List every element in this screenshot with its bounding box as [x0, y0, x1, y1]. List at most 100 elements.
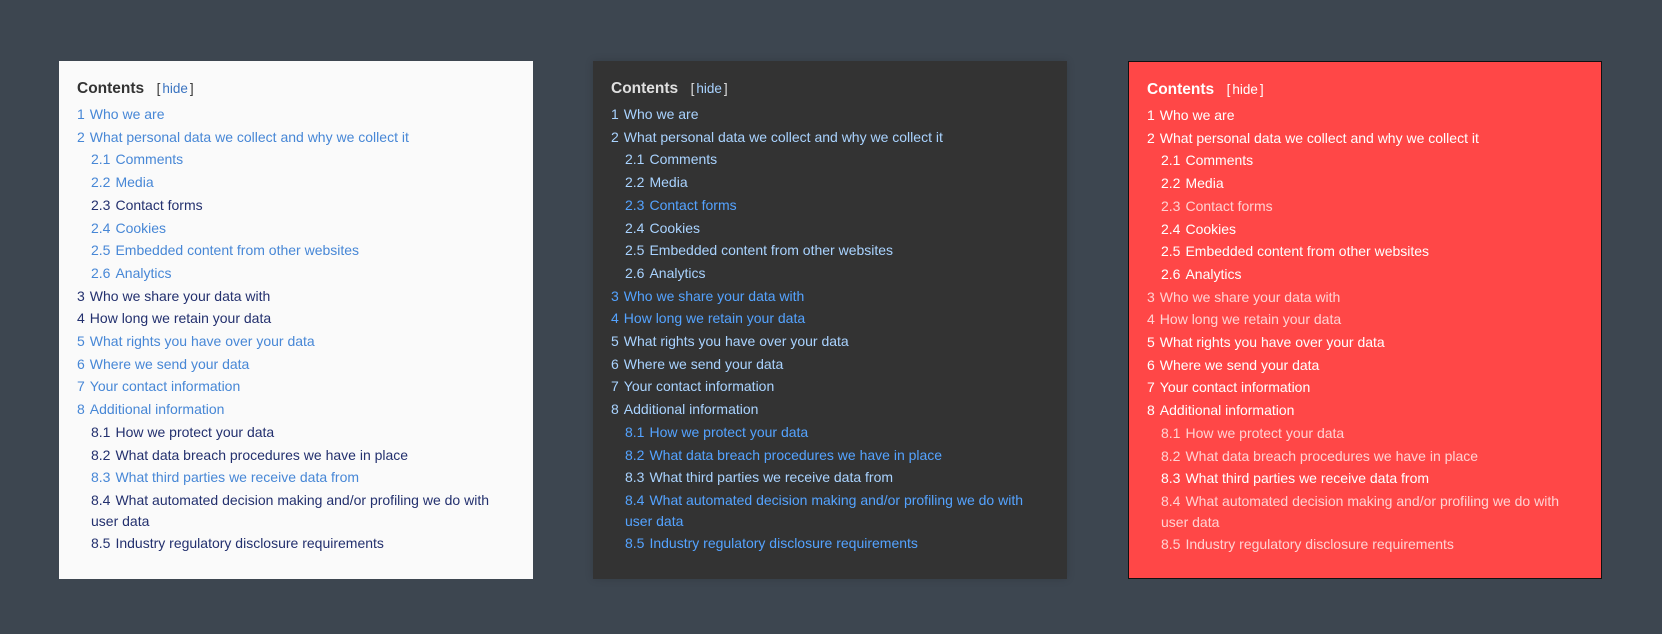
toc-link-5[interactable]: 5 What rights you have over your data	[611, 330, 1049, 353]
hide-toc-link[interactable]: hide	[1232, 82, 1258, 97]
toc-link-2-2[interactable]: 2.2 Media	[77, 171, 515, 194]
toc-label: What data breach procedures we have in p…	[1185, 447, 1479, 464]
toc-number: 2.5	[91, 242, 111, 259]
toc-label: Embedded content from other websites	[1185, 243, 1430, 260]
toc-link-1[interactable]: 1 Who we are	[77, 103, 515, 126]
toggle-bracket-close: ]	[189, 81, 194, 96]
toc-number: 7	[77, 378, 85, 395]
toc-link-8[interactable]: 8 Additional information	[1147, 399, 1583, 422]
toc-link-8-2[interactable]: 8.2 What data breach procedures we have i…	[611, 444, 1049, 467]
toc-link-2-1[interactable]: 2.1 Comments	[77, 148, 515, 171]
toc-label: What rights you have over your data	[89, 333, 315, 350]
toc-number: 8.3	[91, 469, 111, 486]
toc-link-8-1[interactable]: 8.1 How we protect your data	[1147, 422, 1583, 445]
toc-link-8-3[interactable]: 8.3 What third parties we receive data fr…	[611, 466, 1049, 489]
toc-link-3[interactable]: 3 Who we share your data with	[1147, 286, 1583, 309]
toc-link-2-3[interactable]: 2.3 Contact forms	[1147, 195, 1583, 218]
toc-header: Contents [hide]	[77, 76, 515, 102]
toc-link-2-4[interactable]: 2.4 Cookies	[77, 217, 515, 240]
toc-header: Contents [hide]	[611, 76, 1049, 102]
toc-link-2[interactable]: 2 What personal data we collect and why w…	[611, 126, 1049, 149]
toc-link-2-2[interactable]: 2.2 Media	[611, 171, 1049, 194]
toc-link-2-6[interactable]: 2.6 Analytics	[1147, 263, 1583, 286]
toc-number: 5	[1147, 334, 1155, 351]
toc-list: 1 Who we are 2 What personal data we colle…	[1147, 104, 1583, 556]
toc-link-4[interactable]: 4 How long we retain your data	[1147, 308, 1583, 331]
toc-number: 2.2	[625, 174, 645, 191]
toc-number: 2.5	[1161, 243, 1181, 260]
toc-number: 8.5	[1161, 536, 1181, 553]
toc-link-2-1[interactable]: 2.1 Comments	[1147, 149, 1583, 172]
toc-link-2[interactable]: 2 What personal data we collect and why w…	[77, 126, 515, 149]
toc-label: What rights you have over your data	[1159, 334, 1385, 351]
toc-label: What data breach procedures we have in p…	[115, 446, 409, 463]
toc-link-8-5[interactable]: 8.5 Industry regulatory disclosure requir…	[1147, 533, 1583, 556]
toc-link-4[interactable]: 4 How long we retain your data	[77, 307, 515, 330]
toc-link-8-5[interactable]: 8.5 Industry regulatory disclosure requir…	[611, 532, 1049, 555]
toc-link-3[interactable]: 3 Who we share your data with	[77, 285, 515, 308]
toc-number: 8.5	[625, 535, 645, 552]
toc-link-8[interactable]: 8 Additional information	[77, 398, 515, 421]
toc-link-2-5[interactable]: 2.5 Embedded content from other websites	[1147, 240, 1583, 263]
toc-link-2-6[interactable]: 2.6 Analytics	[611, 262, 1049, 285]
toc-label: Who we are	[89, 106, 165, 122]
toc-label: Industry regulatory disclosure requireme…	[1185, 536, 1454, 553]
toc-label: Your contact information	[89, 378, 241, 395]
toc-link-8-4[interactable]: 8.4 What automated decision making and/or…	[77, 489, 515, 532]
toc-link-8-1[interactable]: 8.1 How we protect your data	[77, 421, 515, 444]
toc-number: 8.1	[625, 423, 645, 440]
toc-label: What automated decision making and/or pr…	[625, 491, 1024, 529]
toc-link-1[interactable]: 1 Who we are	[1147, 104, 1583, 127]
toc-link-2-3[interactable]: 2.3 Contact forms	[611, 194, 1049, 217]
toc-number: 8.4	[1161, 492, 1181, 509]
toc-link-7[interactable]: 7 Your contact information	[77, 375, 515, 398]
toc-link-2-1[interactable]: 2.1 Comments	[611, 148, 1049, 171]
toc-label: What third parties we receive data from	[649, 469, 894, 486]
toc-link-6[interactable]: 6 Where we send your data	[77, 353, 515, 376]
toc-label: Your contact information	[1159, 379, 1311, 396]
toc-number: 2.1	[1161, 152, 1181, 169]
toc-number: 4	[77, 310, 85, 327]
toc-link-8-2[interactable]: 8.2 What data breach procedures we have i…	[1147, 445, 1583, 468]
toc-link-8[interactable]: 8 Additional information	[611, 398, 1049, 421]
toc-link-7[interactable]: 7 Your contact information	[1147, 376, 1583, 399]
toc-number: 2.4	[91, 219, 111, 236]
toc-link-2-6[interactable]: 2.6 Analytics	[77, 262, 515, 285]
toc-link-3[interactable]: 3 Who we share your data with	[611, 285, 1049, 308]
toc-number: 2.6	[91, 264, 111, 281]
toc-link-2-4[interactable]: 2.4 Cookies	[1147, 218, 1583, 241]
toc-label: Comments	[649, 151, 718, 168]
toc-link-6[interactable]: 6 Where we send your data	[1147, 354, 1583, 377]
toc-link-2-5[interactable]: 2.5 Embedded content from other websites	[77, 239, 515, 262]
toc-link-8-4[interactable]: 8.4 What automated decision making and/or…	[1147, 490, 1583, 533]
toc-link-2[interactable]: 2 What personal data we collect and why w…	[1147, 127, 1583, 150]
toc-link-8-3[interactable]: 8.3 What third parties we receive data fr…	[77, 466, 515, 489]
toc-link-8-5[interactable]: 8.5 Industry regulatory disclosure requir…	[77, 532, 515, 555]
toc-link-8-2[interactable]: 8.2 What data breach procedures we have i…	[77, 444, 515, 467]
toc-link-1[interactable]: 1 Who we are	[611, 103, 1049, 126]
toc-link-2-5[interactable]: 2.5 Embedded content from other websites	[611, 239, 1049, 262]
toc-link-5[interactable]: 5 What rights you have over your data	[77, 330, 515, 353]
toc-link-2-3[interactable]: 2.3 Contact forms	[77, 194, 515, 217]
hide-toc-link[interactable]: hide	[162, 81, 188, 96]
toc-number: 2.6	[1161, 265, 1181, 282]
toc-link-5[interactable]: 5 What rights you have over your data	[1147, 331, 1583, 354]
toc-link-8-3[interactable]: 8.3 What third parties we receive data fr…	[1147, 467, 1583, 490]
toc-label: What data breach procedures we have in p…	[649, 446, 943, 463]
toc-link-8-1[interactable]: 8.1 How we protect your data	[611, 421, 1049, 444]
toc-link-2-4[interactable]: 2.4 Cookies	[611, 217, 1049, 240]
toc-number: 8	[1147, 402, 1155, 419]
toc-link-2-2[interactable]: 2.2 Media	[1147, 172, 1583, 195]
toggle-bracket-open: [	[690, 81, 695, 96]
toc-number: 8.4	[91, 491, 111, 508]
toc-label: Media	[1185, 175, 1224, 192]
toggle-bracket-open: [	[156, 81, 161, 96]
toc-list: 1 Who we are 2 What personal data we colle…	[611, 103, 1049, 555]
toc-link-4[interactable]: 4 How long we retain your data	[611, 307, 1049, 330]
toc-link-7[interactable]: 7 Your contact information	[611, 375, 1049, 398]
hide-toc-link[interactable]: hide	[696, 81, 722, 96]
toc-link-6[interactable]: 6 Where we send your data	[611, 353, 1049, 376]
toc-label: What automated decision making and/or pr…	[91, 491, 490, 529]
toc-number: 6	[611, 355, 619, 372]
toc-link-8-4[interactable]: 8.4 What automated decision making and/or…	[611, 489, 1049, 532]
